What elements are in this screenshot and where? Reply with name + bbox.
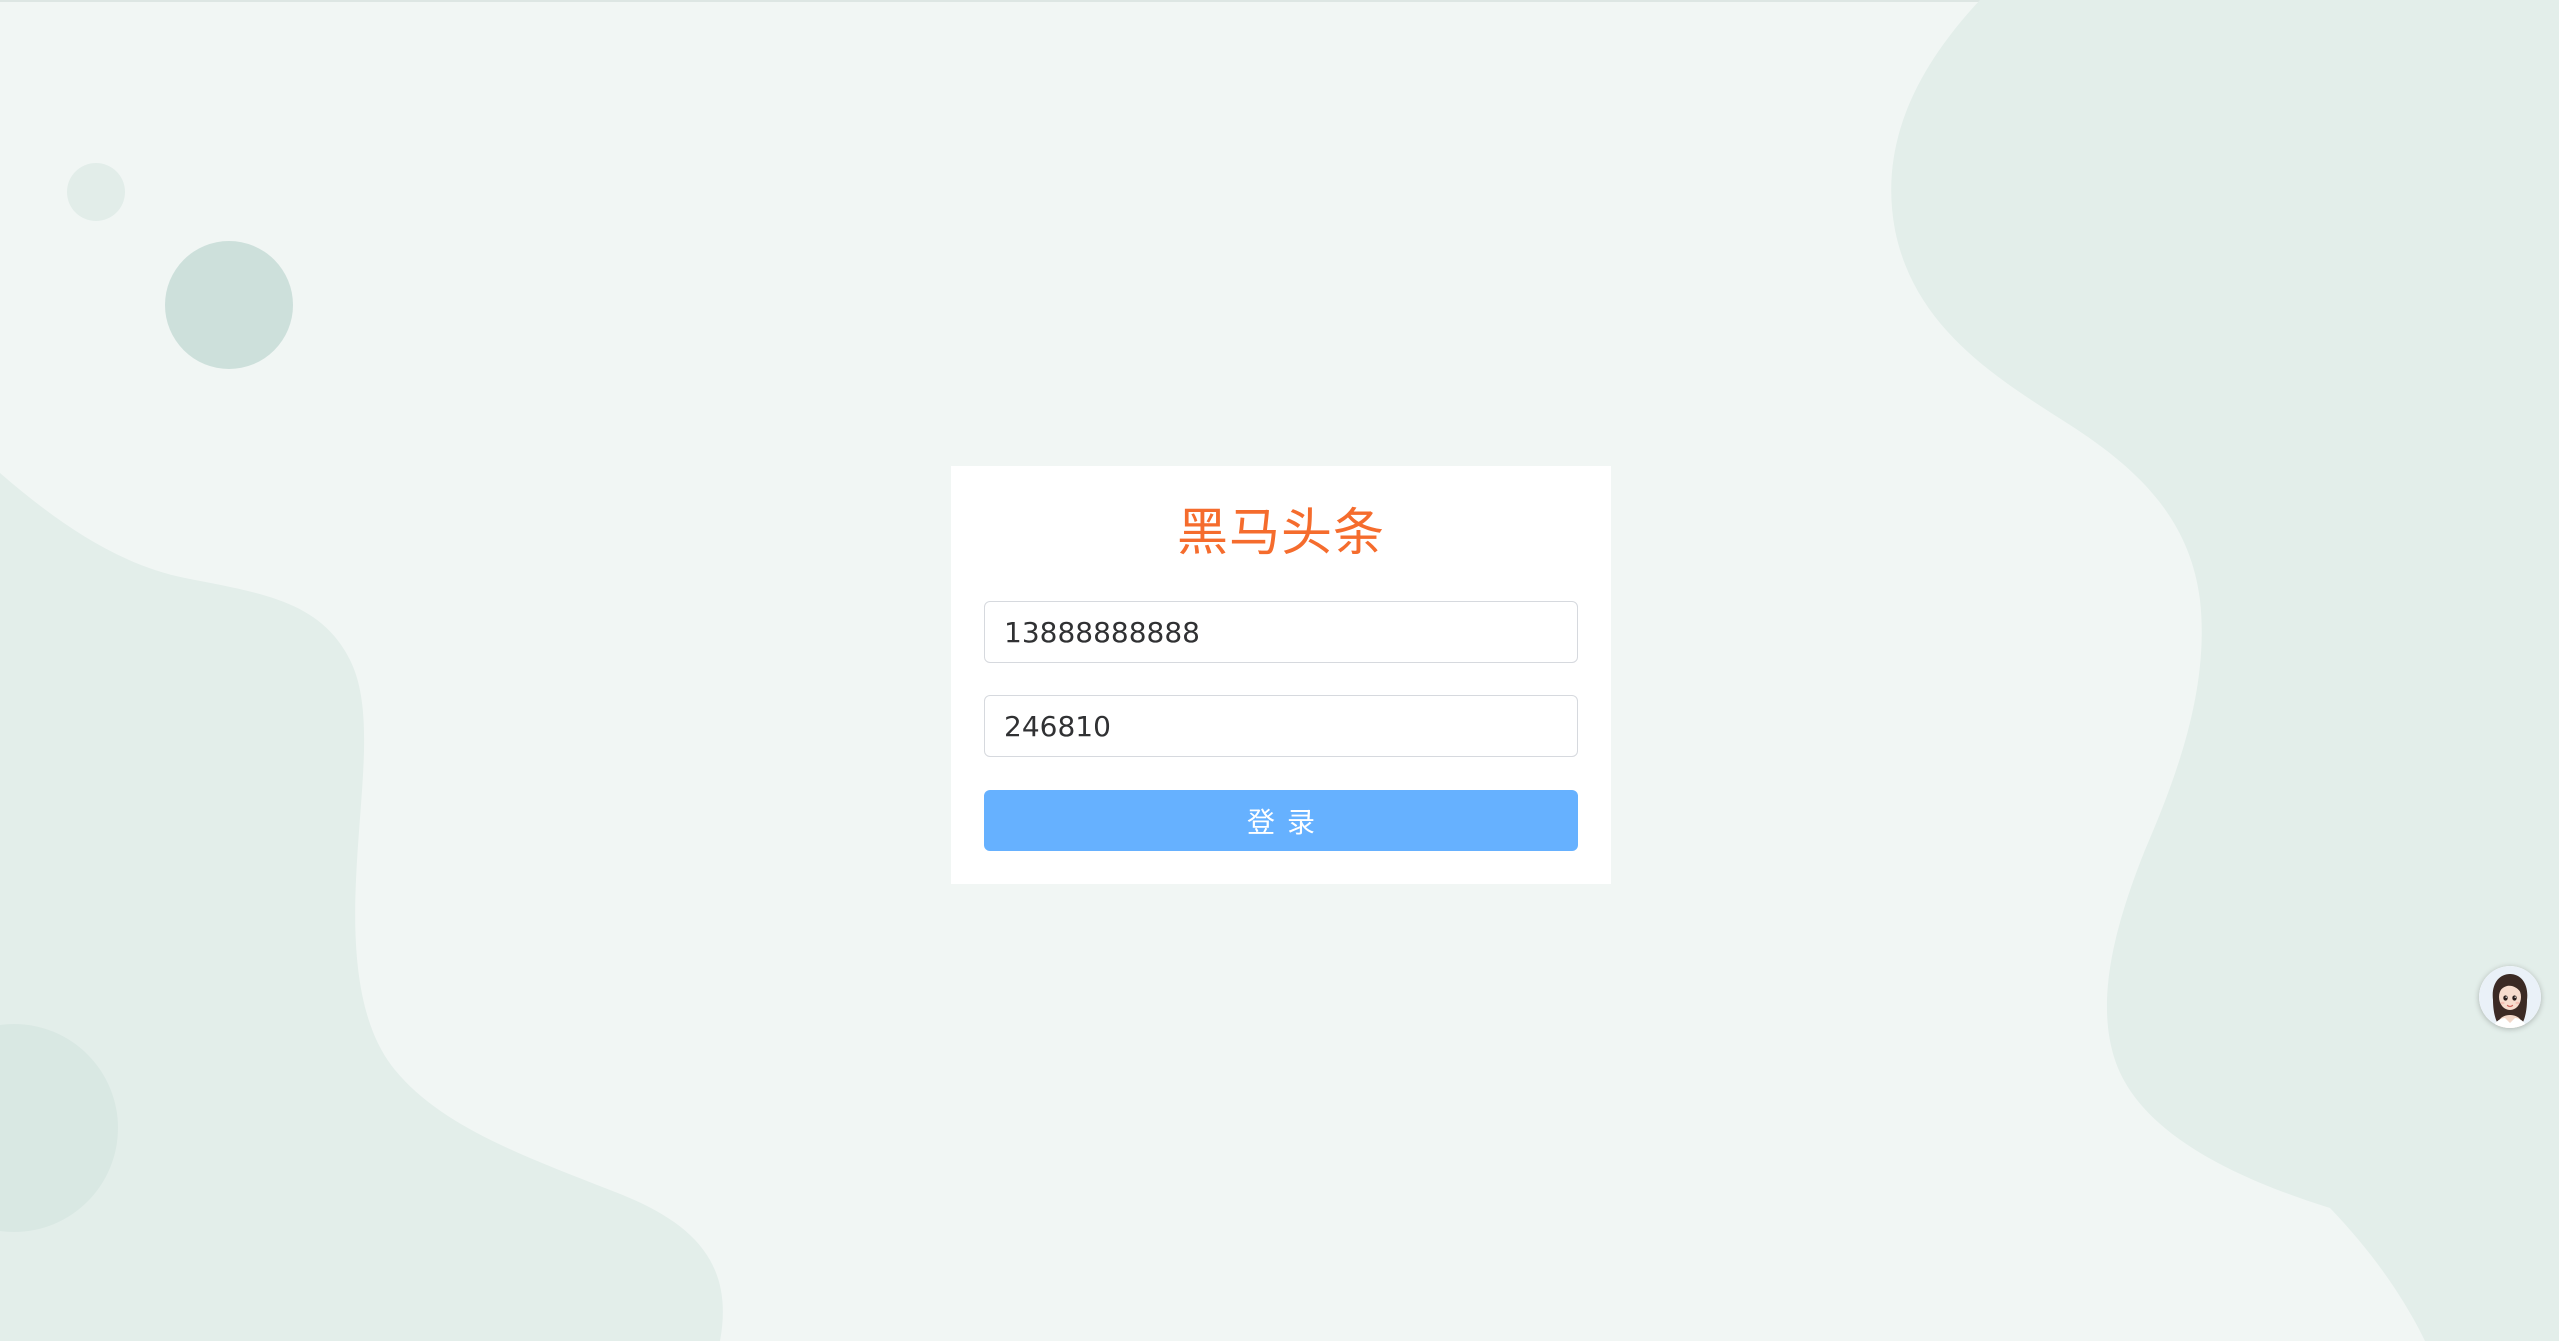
- background-circle-small: [67, 163, 125, 221]
- phone-input[interactable]: [985, 602, 1577, 662]
- assistant-avatar-icon[interactable]: [2479, 966, 2541, 1028]
- phone-field: [984, 601, 1578, 663]
- background-wave-right: [1891, 0, 2559, 1341]
- background-wave-left: [0, 473, 723, 1341]
- login-button[interactable]: 登录: [984, 790, 1578, 851]
- app-title: 黑马头条: [1176, 504, 1385, 563]
- login-card: 黑马头条 登录: [951, 466, 1611, 884]
- background-circle-medium: [165, 241, 293, 369]
- code-field: [984, 695, 1578, 757]
- verification-code-input[interactable]: [985, 696, 1577, 756]
